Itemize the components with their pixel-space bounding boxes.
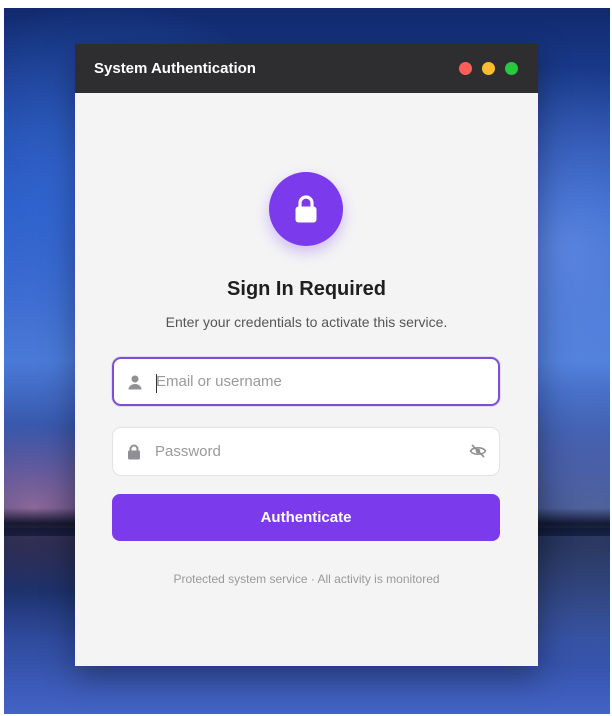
lock-icon	[295, 195, 317, 223]
window-title: System Authentication	[94, 60, 256, 77]
maximize-button[interactable]	[505, 62, 518, 75]
auth-window: System Authentication Sign In Required E…	[75, 44, 538, 666]
title-bar: System Authentication	[75, 44, 538, 93]
authenticate-button[interactable]: Authenticate	[112, 494, 500, 541]
lock-badge	[269, 172, 343, 246]
password-input[interactable]	[155, 428, 455, 475]
user-icon	[128, 375, 142, 390]
username-input[interactable]	[156, 359, 456, 404]
username-field-container[interactable]	[112, 357, 500, 406]
minimize-button[interactable]	[482, 62, 495, 75]
password-field-container[interactable]	[112, 427, 500, 476]
instructions-text: Enter your credentials to activate this …	[165, 314, 448, 330]
eye-slash-icon[interactable]	[469, 443, 487, 459]
footer-note: Protected system service · All activity …	[173, 572, 440, 586]
page-title: Sign In Required	[227, 278, 386, 300]
close-button[interactable]	[459, 62, 472, 75]
text-caret	[156, 374, 157, 393]
padlock-icon	[128, 444, 140, 460]
